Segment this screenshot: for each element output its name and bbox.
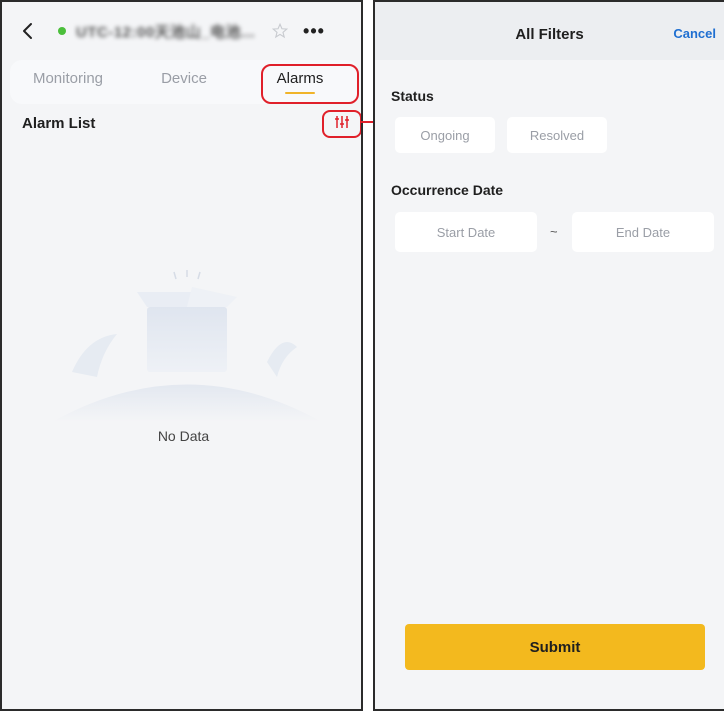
tab-label: Device xyxy=(161,70,207,87)
page-title: All Filters xyxy=(515,26,584,43)
empty-state-text: No Data xyxy=(157,428,210,444)
status-option-resolved[interactable]: Resolved xyxy=(507,117,607,153)
online-status-dot xyxy=(58,27,66,35)
date-range-separator: ~ xyxy=(550,224,558,239)
cancel-button[interactable]: Cancel xyxy=(673,26,716,41)
status-label: Status xyxy=(391,88,434,104)
alarm-list-title: Alarm List xyxy=(22,115,96,132)
all-filters-screen: All Filters Cancel Status Ongoing Resolv… xyxy=(373,0,724,711)
device-title: UTC-12:00天池山_电池... xyxy=(76,23,256,41)
start-date-field[interactable]: Start Date xyxy=(395,212,537,252)
filter-icon xyxy=(333,114,351,135)
filters-header: All Filters Cancel xyxy=(375,2,724,60)
empty-state-illustration xyxy=(42,252,332,422)
alarms-screen: UTC-12:00天池山_电池... ••• Monitoring Device… xyxy=(0,0,363,711)
more-icon[interactable]: ••• xyxy=(303,21,325,42)
filter-button[interactable] xyxy=(322,110,361,138)
status-option-ongoing[interactable]: Ongoing xyxy=(395,117,495,153)
star-icon[interactable] xyxy=(271,22,289,40)
end-date-field[interactable]: End Date xyxy=(572,212,714,252)
device-header: UTC-12:00天池山_电池... ••• xyxy=(2,2,361,60)
tab-label: Monitoring xyxy=(32,70,104,87)
alarms-tab-highlight xyxy=(261,64,359,104)
tab-device[interactable]: Device xyxy=(126,60,242,104)
back-icon[interactable] xyxy=(16,20,38,42)
submit-button[interactable]: Submit xyxy=(405,624,705,670)
screenshot-root: UTC-12:00天池山_电池... ••• Monitoring Device… xyxy=(0,0,724,711)
occurrence-date-label: Occurrence Date xyxy=(391,182,504,198)
tab-monitoring[interactable]: Monitoring xyxy=(10,60,126,104)
